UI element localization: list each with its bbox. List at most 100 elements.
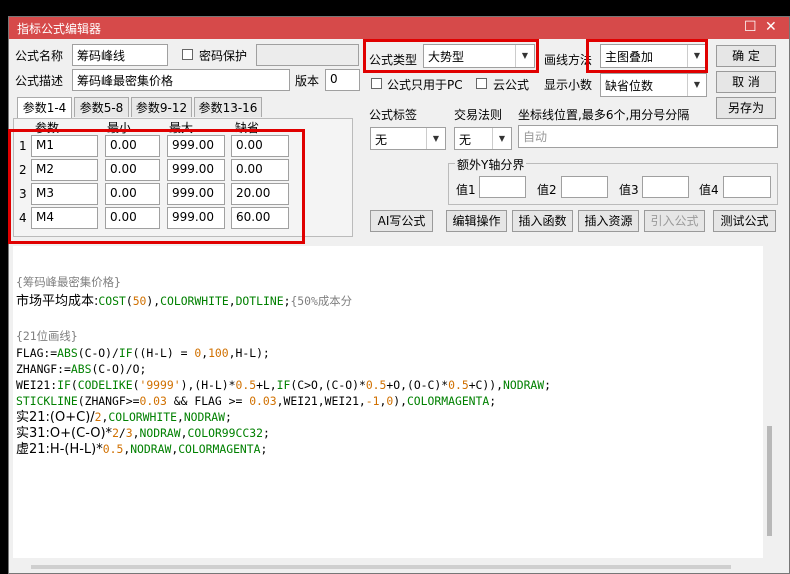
password-input[interactable] [256, 44, 359, 66]
code-token: COLORMAGENTA [178, 442, 261, 456]
test-formula-button[interactable]: 测试公式 [713, 210, 776, 232]
code-token: NODRAW [503, 378, 545, 392]
ai-write-button[interactable]: AI写公式 [370, 210, 433, 232]
maximize-icon[interactable]: ☐ [744, 19, 757, 35]
code-token: ), [393, 394, 407, 408]
edit-ops-button[interactable]: 编辑操作 [446, 210, 507, 232]
import-formula-button[interactable]: 引入公式 [644, 210, 705, 232]
code-token: 50 [132, 294, 147, 308]
code-token: ,WEI21,WEI21, [276, 394, 366, 408]
code-token: 0.5 [102, 442, 124, 456]
yaxis-value-1[interactable] [479, 176, 526, 198]
trade-rule-label: 交易法则 [454, 108, 503, 122]
decimals-label: 显示小数 [544, 78, 593, 92]
close-icon[interactable]: ✕ [765, 19, 777, 35]
code-line: 虚21:H-(H-L)*0.5,NODRAW,COLORMAGENTA; [16, 441, 267, 458]
horizontal-scrollbar[interactable] [31, 565, 731, 569]
code-token: IF [57, 378, 71, 392]
code-token: 3 [125, 426, 133, 440]
code-token: ( [70, 378, 78, 392]
trade-rule-select[interactable]: 无 ▼ [454, 127, 512, 150]
code-token: {21位画线} [16, 329, 78, 343]
code-token: ), [146, 294, 161, 308]
yaxis-value-2[interactable] [561, 176, 608, 198]
chevron-down-icon: ▼ [687, 74, 706, 96]
formula-desc-label: 公式描述 [15, 74, 64, 88]
cloud-checkbox[interactable] [476, 78, 487, 89]
tab-params-9-12[interactable]: 参数9-12 [131, 97, 192, 117]
yaxis-value-3[interactable] [642, 176, 689, 198]
code-token: COLOR99CC32 [187, 426, 263, 440]
cancel-button[interactable]: 取 消 [716, 71, 776, 93]
code-token: 实31:O+(C-O)* [16, 426, 113, 441]
pc-only-checkbox[interactable] [371, 78, 382, 89]
code-token: NODRAW [139, 426, 181, 440]
code-token: ),(H-L)* [180, 378, 236, 392]
code-token: COLORMAGENTA [406, 394, 490, 408]
code-token: , [176, 410, 184, 424]
code-token: ; [260, 442, 268, 456]
code-line: STICKLINE(ZHANGF>=0.03 && FLAG >= 0.03,W… [16, 393, 496, 409]
code-token: , [180, 426, 188, 440]
decimals-select[interactable]: 缺省位数 ▼ [600, 73, 707, 97]
code-token: (C>O,(C-O)* [290, 378, 366, 392]
code-token: (ZHANGF>= [77, 394, 140, 408]
chevron-down-icon: ▼ [426, 128, 445, 149]
draw-method-label: 画线方法 [544, 53, 593, 67]
code-token: '9999' [139, 378, 181, 392]
code-line: 实21:(O+C)/2,COLORWHITE,NODRAW; [16, 409, 232, 426]
formula-desc-input[interactable]: 筹码峰最密集价格 [72, 69, 290, 91]
formula-name-input[interactable]: 筹码峰线 [72, 44, 168, 66]
formula-mark-select[interactable]: 无 ▼ [370, 127, 446, 150]
version-input[interactable]: 0 [325, 69, 360, 91]
code-token: 100 [208, 346, 229, 360]
code-token: COST [98, 294, 126, 308]
code-token: ; [544, 378, 552, 392]
yaxis-label-2: 值2 [537, 183, 557, 197]
version-label: 版本 [295, 74, 320, 88]
code-editor[interactable]: {筹码峰最密集价格} 市场平均成本:COST(50),COLORWHITE,DOT… [13, 246, 763, 558]
code-token: +O,(O-C)* [386, 378, 449, 392]
code-token: NODRAW [130, 442, 172, 456]
yaxis-value-4[interactable] [723, 176, 771, 198]
code-token: , [132, 426, 140, 440]
ok-button[interactable]: 确 定 [716, 45, 776, 67]
code-token: CODELIKE [77, 378, 133, 392]
code-token: 0.03 [139, 394, 167, 408]
code-token: +C)), [468, 378, 503, 392]
insert-function-button[interactable]: 插入函数 [512, 210, 573, 232]
tab-params-5-8[interactable]: 参数5-8 [74, 97, 129, 117]
formula-mark-value: 无 [375, 133, 388, 147]
code-token: ; [224, 410, 232, 424]
code-token: , [228, 294, 236, 308]
save-as-button[interactable]: 另存为 [716, 97, 776, 119]
scrollbar-thumb[interactable] [767, 426, 772, 536]
yaxis-label-4: 值4 [699, 183, 719, 197]
code-token: {筹码峰最密集价格} [16, 275, 121, 289]
formula-name-label: 公式名称 [15, 49, 64, 63]
code-token: ZHANGF:= [16, 362, 71, 376]
code-token: WEI21: [16, 378, 58, 392]
code-token: 0.5 [235, 378, 257, 392]
coord-label: 坐标线位置,最多6个,用分号分隔 [518, 108, 690, 122]
yaxis-label-1: 值1 [456, 183, 476, 197]
highlight-type [363, 39, 539, 73]
code-line: WEI21:IF(CODELIKE('9999'),(H-L)*0.5+L,IF… [16, 377, 551, 393]
code-line: 实31:O+(C-O)*2/3,NODRAW,COLOR99CC32; [16, 425, 270, 442]
vertical-scrollbar[interactable] [764, 246, 776, 558]
highlight-params [8, 129, 305, 244]
code-line: {筹码峰最密集价格} [16, 274, 121, 290]
code-token: ; [262, 426, 270, 440]
formula-mark-label: 公式标签 [369, 108, 418, 122]
tab-params-13-16[interactable]: 参数13-16 [194, 97, 262, 117]
title-bar[interactable]: 指标公式编辑器 ☐ ✕ [9, 17, 789, 39]
code-line: {21位画线} [16, 328, 78, 344]
code-line: ZHANGF:=ABS(C-O)/O; [16, 361, 146, 377]
code-token: 0.5 [365, 378, 387, 392]
password-checkbox[interactable] [182, 49, 193, 60]
insert-resource-button[interactable]: 插入资源 [578, 210, 639, 232]
code-token: (C-O)/ [77, 346, 119, 360]
coord-input[interactable]: 自动 [518, 125, 778, 148]
tab-params-1-4[interactable]: 参数1-4 [17, 97, 72, 119]
code-token: 2 [94, 410, 102, 424]
